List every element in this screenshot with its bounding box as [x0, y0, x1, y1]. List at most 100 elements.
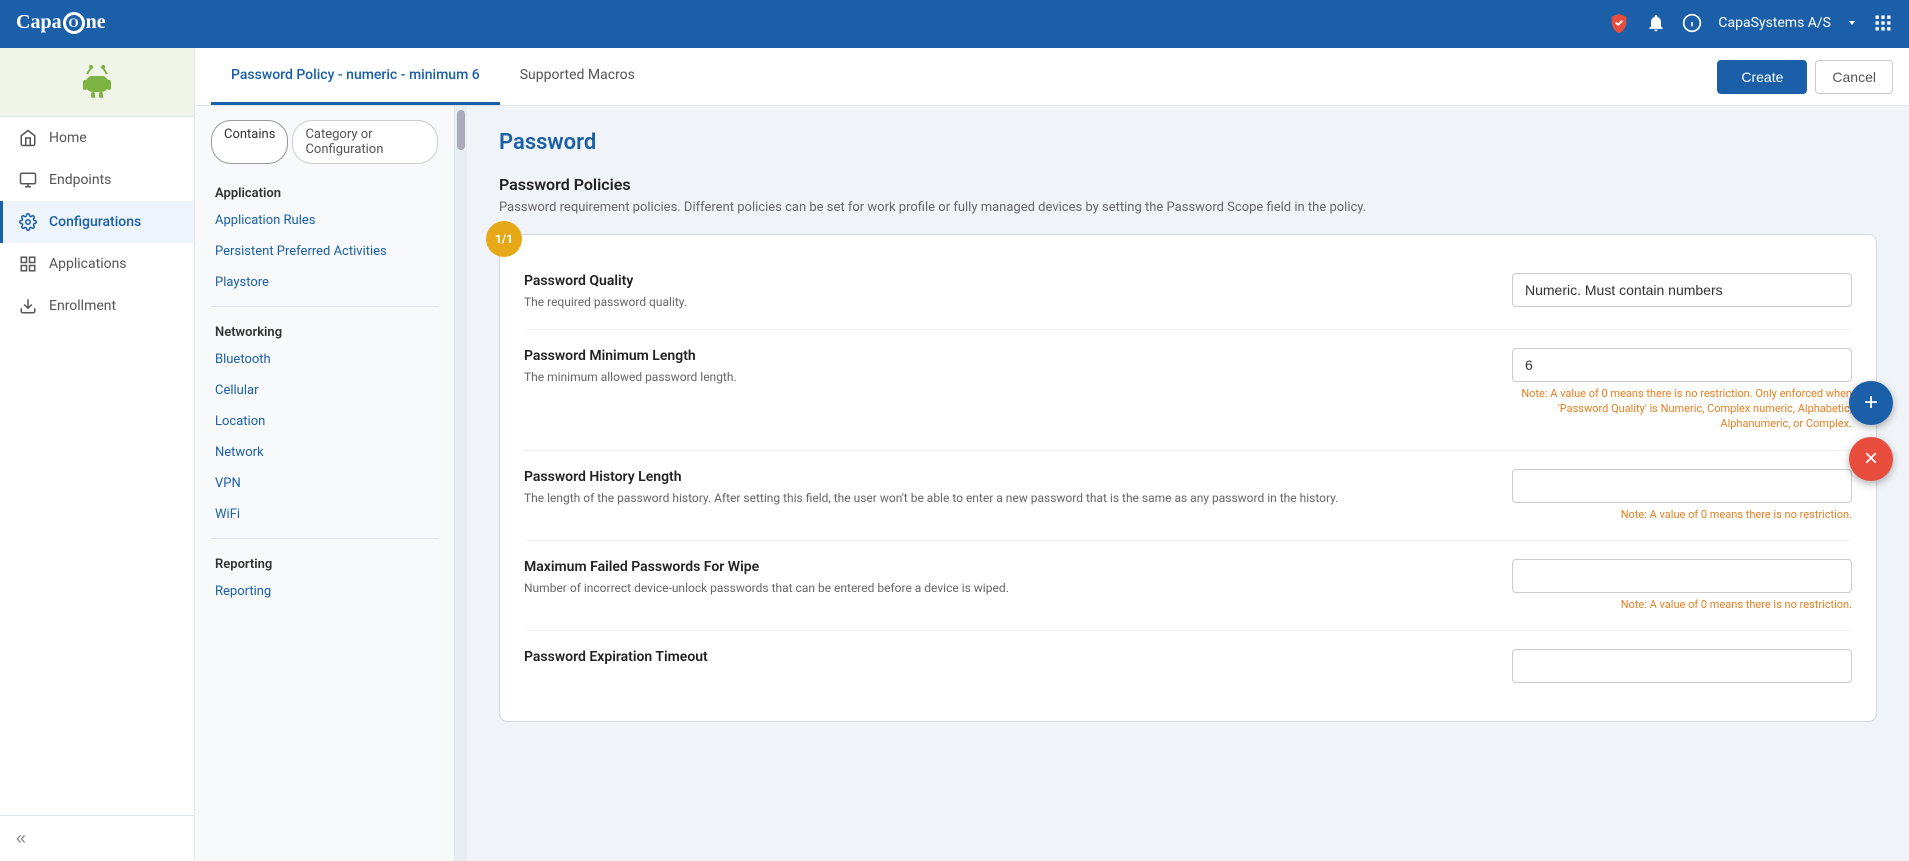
home-icon [19, 129, 37, 147]
desc-max-failed: Number of incorrect device-unlock passwo… [524, 579, 1488, 597]
cancel-button[interactable]: Cancel [1815, 60, 1893, 94]
top-navigation: CapaOne CapaSystems A/S [0, 0, 1909, 48]
sidebar-item-endpoints[interactable]: Endpoints [0, 159, 194, 201]
left-nav-wifi[interactable]: WiFi [195, 499, 454, 530]
desc-history: The length of the password history. Afte… [524, 489, 1488, 507]
left-nav-reporting[interactable]: Reporting [195, 576, 454, 607]
right-panel: Password Password Policies Password requ… [467, 106, 1909, 861]
config-header: Password Policy - numeric - minimum 6 Su… [195, 48, 1909, 106]
left-nav-network[interactable]: Network [195, 437, 454, 468]
input-min-length[interactable] [1512, 348, 1852, 382]
sidebar-item-home[interactable]: Home [0, 117, 194, 159]
control-min-length: Note: A value of 0 means there is no res… [1512, 348, 1852, 432]
tab-profile[interactable]: Password Policy - numeric - minimum 6 [211, 48, 500, 105]
subsection-title: Password Policies [499, 175, 1877, 194]
sidebar-collapse-button[interactable]: « [16, 828, 26, 849]
applications-icon [19, 255, 37, 273]
left-nav-persistent[interactable]: Persistent Preferred Activities [195, 236, 454, 267]
scrollbar-thumb [457, 110, 465, 150]
left-section-networking: Networking [195, 315, 454, 344]
form-row-min-length: Password Minimum Length The minimum allo… [524, 330, 1852, 451]
enrollment-icon [19, 297, 37, 315]
policy-badge: 1/1 [486, 221, 522, 257]
subsection-desc: Password requirement policies. Different… [499, 198, 1877, 218]
form-row-max-failed: Maximum Failed Passwords For Wipe Number… [524, 541, 1852, 631]
sidebar-label-configurations: Configurations [49, 214, 141, 230]
input-quality[interactable] [1512, 273, 1852, 307]
company-name: CapaSystems A/S [1718, 15, 1831, 31]
top-nav-right: CapaSystems A/S [1608, 12, 1893, 34]
input-history[interactable] [1512, 469, 1852, 503]
form-label-group-max-failed: Maximum Failed Passwords For Wipe Number… [524, 559, 1488, 597]
control-quality [1512, 273, 1852, 307]
info-icon[interactable] [1682, 13, 1702, 33]
policy-card: 1/1 Password Quality The required passwo… [499, 234, 1877, 723]
sidebar-android-header [0, 48, 194, 117]
left-nav-playstore[interactable]: Playstore [195, 267, 454, 298]
left-nav-cellular[interactable]: Cellular [195, 375, 454, 406]
sidebar-nav: Home Endpoints Configurations Applicatio… [0, 117, 194, 815]
divider-2 [211, 538, 438, 539]
label-max-failed: Maximum Failed Passwords For Wipe [524, 559, 1488, 575]
form-label-group-quality: Password Quality The required password q… [524, 273, 1488, 311]
create-button[interactable]: Create [1717, 60, 1807, 94]
divider-1 [211, 306, 438, 307]
left-section-reporting: Reporting [195, 547, 454, 576]
form-row-quality: Password Quality The required password q… [524, 255, 1852, 330]
android-icon [77, 62, 117, 102]
config-header-actions: Create Cancel [1717, 60, 1893, 94]
sidebar-item-enrollment[interactable]: Enrollment [0, 285, 194, 327]
sidebar-label-home: Home [49, 130, 87, 146]
fab-add-button[interactable]: + [1849, 381, 1893, 425]
form-label-group-expiry: Password Expiration Timeout [524, 649, 1488, 669]
sidebar-item-applications[interactable]: Applications [0, 243, 194, 285]
sidebar-item-configurations[interactable]: Configurations [0, 201, 194, 243]
shield-icon[interactable] [1608, 12, 1630, 34]
note-min-length: Note: A value of 0 means there is no res… [1512, 386, 1852, 432]
label-expiry: Password Expiration Timeout [524, 649, 1488, 665]
form-label-group-history: Password History Length The length of th… [524, 469, 1488, 507]
form-row-history: Password History Length The length of th… [524, 451, 1852, 541]
bell-icon[interactable] [1646, 13, 1666, 33]
middle-section: Contains Category or Configuration Appli… [195, 106, 1909, 861]
dropdown-icon [1847, 18, 1857, 28]
logo-o: O [63, 12, 85, 34]
logo: CapaOne [16, 11, 106, 34]
left-section-application: Application [195, 176, 454, 205]
note-max-failed: Note: A value of 0 means there is no res… [1512, 597, 1852, 612]
desc-quality: The required password quality. [524, 293, 1488, 311]
configurations-icon [19, 213, 37, 231]
filter-tab-category[interactable]: Category or Configuration [292, 120, 438, 164]
sidebar-label-enrollment: Enrollment [49, 298, 116, 314]
control-history: Note: A value of 0 means there is no res… [1512, 469, 1852, 522]
label-history: Password History Length [524, 469, 1488, 485]
main-content: Password Policy - numeric - minimum 6 Su… [195, 48, 1909, 861]
label-min-length: Password Minimum Length [524, 348, 1488, 364]
fab-remove-button[interactable]: × [1849, 437, 1893, 481]
grid-icon[interactable] [1873, 13, 1893, 33]
endpoints-icon [19, 171, 37, 189]
left-panel-list: Application Application Rules Persistent… [195, 164, 454, 619]
sidebar-bottom: « [0, 815, 194, 861]
form-row-expiry: Password Expiration Timeout [524, 631, 1852, 701]
left-nav-app-rules[interactable]: Application Rules [195, 205, 454, 236]
left-nav-vpn[interactable]: VPN [195, 468, 454, 499]
sidebar: Home Endpoints Configurations Applicatio… [0, 48, 195, 861]
left-nav-bluetooth[interactable]: Bluetooth [195, 344, 454, 375]
form-label-group-min-length: Password Minimum Length The minimum allo… [524, 348, 1488, 386]
input-expiry[interactable] [1512, 649, 1852, 683]
input-max-failed[interactable] [1512, 559, 1852, 593]
fab-container: + × [1849, 381, 1893, 481]
sidebar-label-applications: Applications [49, 256, 127, 272]
control-expiry [1512, 649, 1852, 683]
note-history: Note: A value of 0 means there is no res… [1512, 507, 1852, 522]
filter-tab-contains[interactable]: Contains [211, 120, 288, 164]
tab-macros[interactable]: Supported Macros [500, 48, 655, 105]
control-max-failed: Note: A value of 0 means there is no res… [1512, 559, 1852, 612]
label-quality: Password Quality [524, 273, 1488, 289]
main-layout: Home Endpoints Configurations Applicatio… [0, 48, 1909, 861]
left-panel-scrollbar[interactable] [455, 106, 467, 861]
left-panel: Contains Category or Configuration Appli… [195, 106, 455, 861]
left-nav-location[interactable]: Location [195, 406, 454, 437]
desc-min-length: The minimum allowed password length. [524, 368, 1488, 386]
